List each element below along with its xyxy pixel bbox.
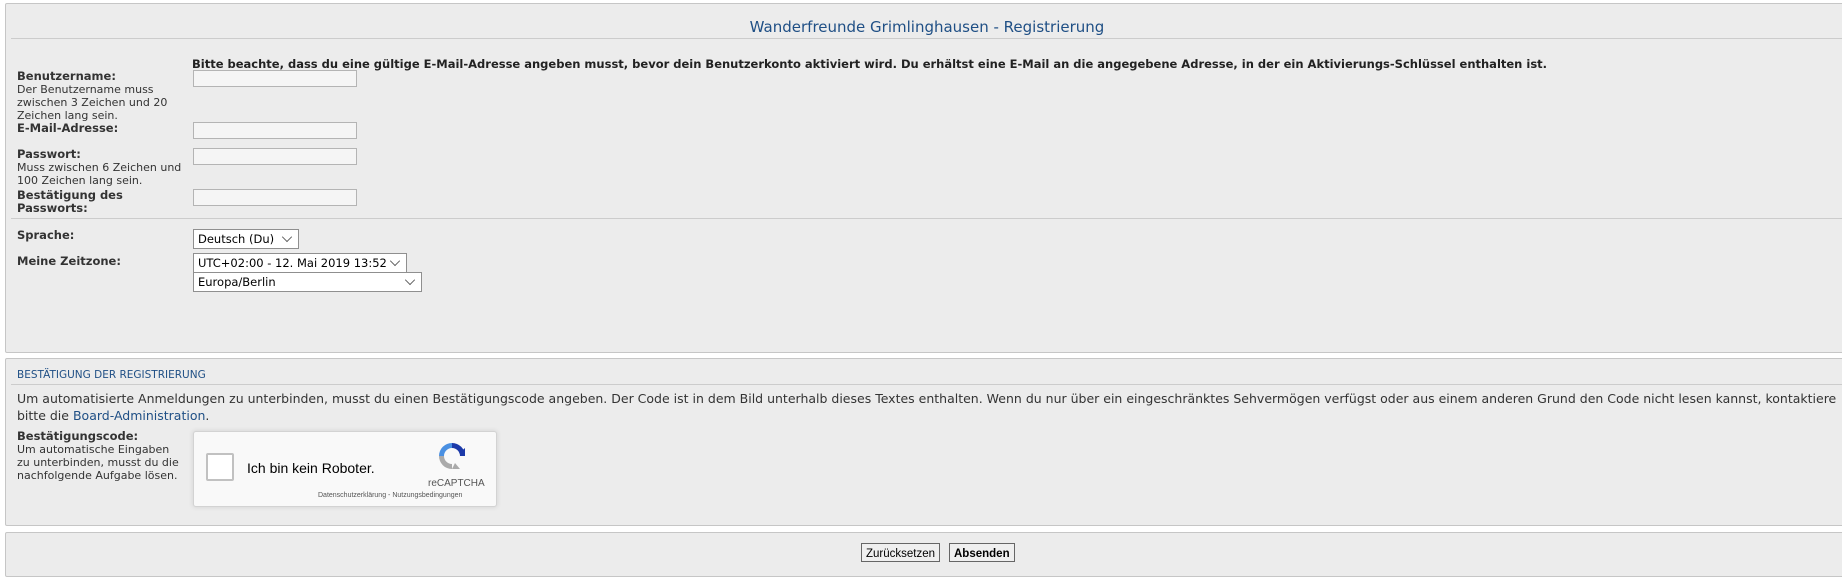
recaptcha-widget: Ich bin kein Roboter. reCAPTCHA Datensch… xyxy=(193,431,497,507)
timezone-label-block: Meine Zeitzone: xyxy=(17,255,187,268)
password-label: Passwort: xyxy=(17,147,81,161)
buttons-panel: Zurücksetzen Absenden xyxy=(5,532,1842,577)
confirmation-text-suffix: . xyxy=(205,408,210,423)
timezone-label: Meine Zeitzone: xyxy=(17,254,121,268)
code-label-block: Bestätigungscode: Um automatische Eingab… xyxy=(17,429,182,483)
recaptcha-brand: reCAPTCHA xyxy=(428,478,485,489)
password-input[interactable] xyxy=(193,148,357,165)
registration-panel: Wanderfreunde Grimlinghausen - Registrie… xyxy=(5,3,1842,353)
confirmation-text-body: Um automatisierte Anmeldungen zu unterbi… xyxy=(17,391,1837,423)
password-confirm-label-block: Bestätigung des Passworts: xyxy=(17,189,127,215)
confirmation-panel: BESTÄTIGUNG DER REGISTRIERUNG Um automat… xyxy=(5,358,1842,526)
code-explain: Um automatische Eingaben zu unterbinden,… xyxy=(17,443,179,482)
username-label-block: Benutzername: Der Benutzername muss zwis… xyxy=(17,69,187,123)
email-label-block: E-Mail-Adresse: xyxy=(17,122,187,135)
confirmation-heading: BESTÄTIGUNG DER REGISTRIERUNG xyxy=(17,369,206,381)
username-input[interactable] xyxy=(193,70,357,87)
username-explain: Der Benutzername muss zwischen 3 Zeichen… xyxy=(17,83,168,122)
timezone-zone-value: Europa/Berlin xyxy=(198,275,276,289)
language-select[interactable]: Deutsch (Du) xyxy=(193,229,299,249)
recaptcha-logo-icon xyxy=(439,443,465,469)
password-confirm-label: Bestätigung des Passworts: xyxy=(17,188,123,215)
code-label: Bestätigungscode: xyxy=(17,429,139,443)
reset-button[interactable]: Zurücksetzen xyxy=(861,543,941,562)
submit-button[interactable]: Absenden xyxy=(949,543,1015,562)
timezone-zone-select[interactable]: Europa/Berlin xyxy=(193,272,422,292)
recaptcha-privacy-link[interactable]: Datenschutzerklärung xyxy=(318,492,386,499)
timezone-offset-select[interactable]: UTC+02:00 - 12. Mai 2019 13:52 xyxy=(193,253,407,273)
confirmation-text: Um automatisierte Anmeldungen zu unterbi… xyxy=(17,390,1842,424)
email-notice: Bitte beachte, dass du eine gültige E-Ma… xyxy=(192,57,1548,71)
recaptcha-checkbox[interactable] xyxy=(206,453,234,481)
password-explain: Muss zwischen 6 Zeichen und 100 Zeichen … xyxy=(17,161,182,187)
chevron-down-icon xyxy=(404,274,416,286)
recaptcha-terms-link[interactable]: Nutzungsbedingungen xyxy=(392,492,462,499)
password-label-block: Passwort: Muss zwischen 6 Zeichen und 10… xyxy=(17,147,187,188)
language-select-value: Deutsch (Du) xyxy=(198,232,275,246)
timezone-offset-value: UTC+02:00 - 12. Mai 2019 13:52 xyxy=(198,256,387,270)
board-admin-link[interactable]: Board-Administration xyxy=(73,408,205,423)
confirmation-divider xyxy=(11,384,1842,385)
email-input[interactable] xyxy=(193,122,357,139)
chevron-down-icon xyxy=(281,231,293,243)
recaptcha-legal: Datenschutzerklärung - Nutzungsbedingung… xyxy=(318,492,462,499)
language-label: Sprache: xyxy=(17,228,75,242)
section-divider xyxy=(11,218,1842,219)
username-label: Benutzername: xyxy=(17,69,116,83)
title-divider xyxy=(11,38,1842,39)
recaptcha-checkbox-label: Ich bin kein Roboter. xyxy=(247,460,375,476)
password-confirm-input[interactable] xyxy=(193,189,357,206)
language-label-block: Sprache: xyxy=(17,229,187,242)
email-label: E-Mail-Adresse: xyxy=(17,121,119,135)
chevron-down-icon xyxy=(389,255,401,267)
page-title: Wanderfreunde Grimlinghausen - Registrie… xyxy=(749,18,1105,36)
